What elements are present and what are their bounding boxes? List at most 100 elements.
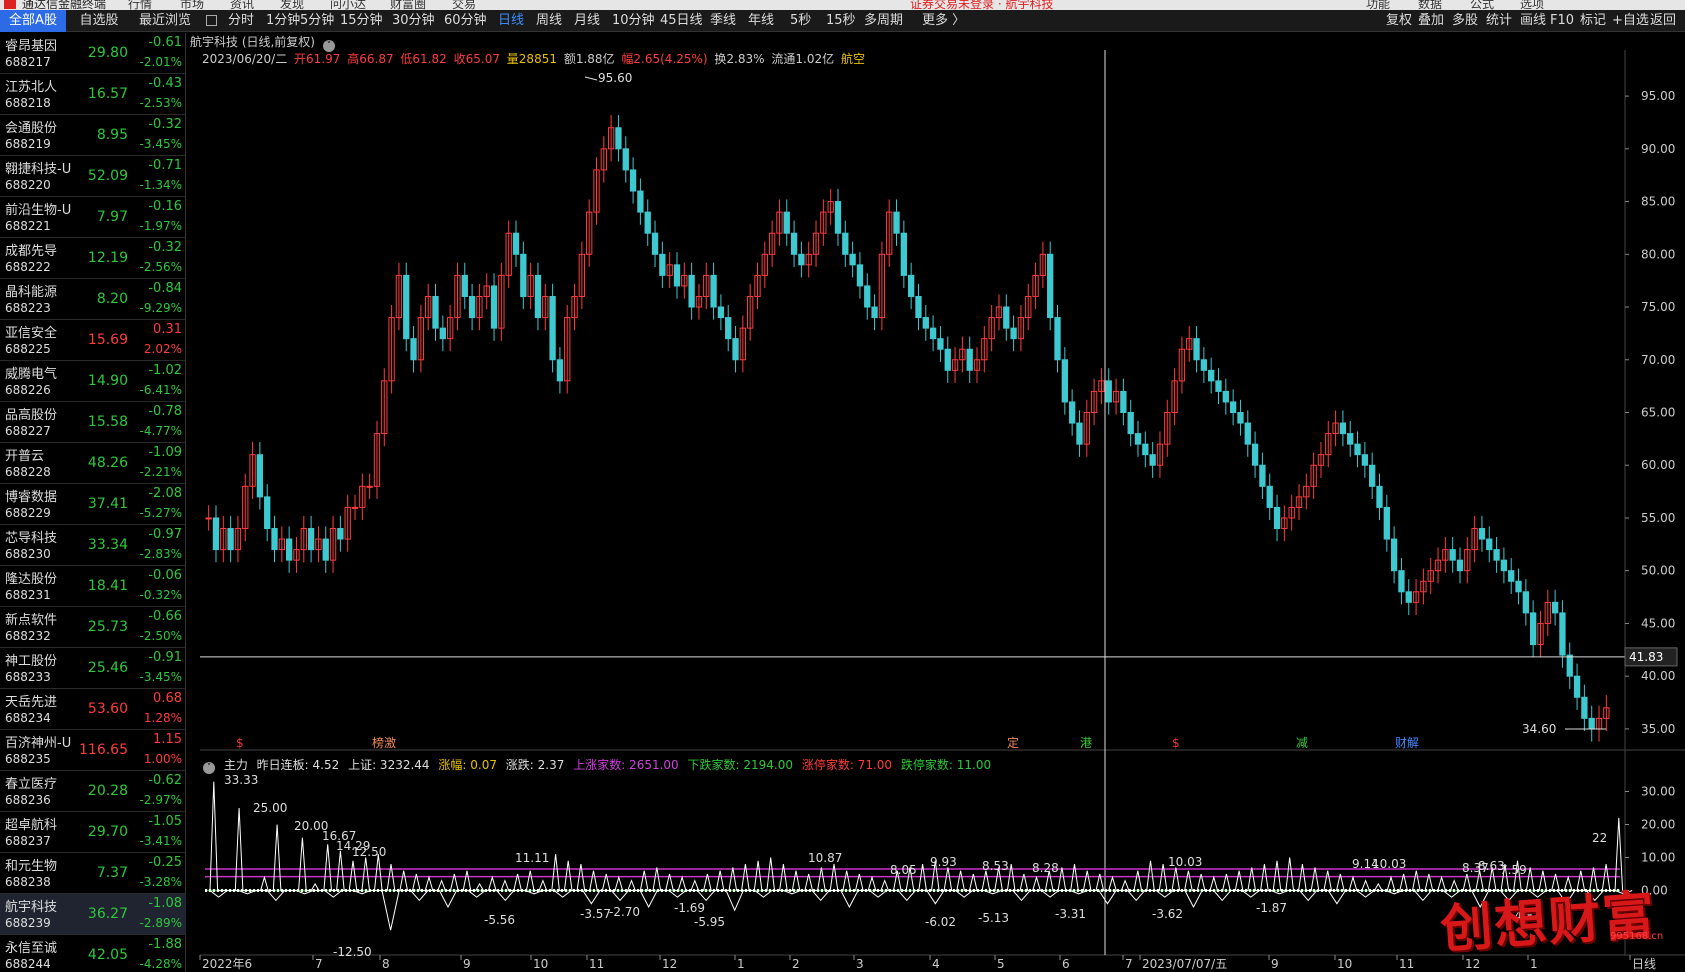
x-tick-label: 11 [1399,957,1414,971]
candle-body [1405,591,1412,603]
candle-body [783,211,790,234]
candle-body [410,338,417,361]
candle-body [1259,464,1266,487]
indicator-name[interactable]: 主力 [224,758,248,772]
event-marker[interactable]: $ [236,736,244,750]
candle-body [615,127,622,150]
volume-value: 量28851 [506,52,557,66]
event-marker[interactable]: 定 [1007,735,1019,750]
candle-body [856,264,864,287]
event-marker[interactable]: 财解 [1395,736,1419,750]
candle-body [651,232,659,255]
candle-body [1339,422,1347,435]
amplitude-value: 幅2.65(4.25%) [621,52,708,66]
y-tick-label: 90.00 [1641,142,1675,156]
candle-body [673,264,681,287]
candle-body [271,528,278,551]
candle-body [1390,538,1398,572]
indicator-header: ˅ 主力 昨日连板: 4.52 上证: 3232.44 涨幅: 0.07 涨跌:… [203,756,996,774]
candle-body [834,201,842,234]
sh-index: 上证: 3232.44 [348,758,430,772]
high-marker-line [584,76,598,81]
candle-body [366,485,373,488]
indicator-value-label: -5.13 [978,911,1009,925]
ohlc-readout: 2023/06/20/二 开61.97 高66.87 低61.82 收65.07… [202,50,868,68]
x-tick-label: 8 [382,957,390,971]
candle-body [1347,433,1354,445]
candle-body [1120,390,1127,413]
indicator-value-label: -3.57 [580,907,611,921]
candle-body [1229,401,1237,413]
indicator-value-label: 33.33 [224,773,258,787]
candle-body [1068,401,1076,424]
chevron-down-icon[interactable]: ˅ [203,762,215,774]
candle-body [1134,433,1142,445]
high-value: 高66.87 [347,52,394,66]
amount-value: 额1.88亿 [563,52,615,66]
candle-body [1486,538,1493,551]
close-value: 收65.07 [453,52,500,66]
candle-body [1003,306,1010,329]
candle-body [1047,253,1054,319]
candle-body [337,528,344,540]
rise-value: 涨幅: 0.07 [438,758,497,772]
candle-body [1478,528,1486,540]
event-marker[interactable]: 减 [1296,736,1308,750]
low-value: 低61.82 [400,52,447,66]
candle-body [1208,369,1215,382]
candle-body [1376,485,1383,508]
indicator-value-label: 9.93 [930,855,957,869]
indicator-value-label: 7.59 [1500,863,1527,877]
candle-body [966,348,973,371]
event-marker[interactable]: $ [1172,736,1180,750]
candle-body [1105,380,1112,403]
event-marker[interactable]: 榜激 [372,735,396,750]
candle-body [688,274,695,308]
candle-body [1054,317,1061,361]
candle-body [1369,464,1376,487]
chart-canvas[interactable]: 95.00 90.00 85.00 80.00 75.00 70.00 65.00 60.00… [0,0,1685,972]
candle-body [1237,412,1244,424]
candle-body [264,496,271,530]
x-tick-label: 2022年6 [202,957,252,971]
candle-body [732,338,739,361]
candle-body [622,148,629,171]
event-marker[interactable]: 港 [1080,736,1092,750]
candle-body [717,306,725,319]
indicator-value-label: 10.03 [1168,855,1202,869]
candle-body [725,317,732,340]
candle-body [1398,570,1405,593]
x-tick-label: 12 [662,957,677,971]
indicator-value-label: -1.69 [674,901,705,915]
candle-body [1508,570,1515,582]
indicator-value-label: -2.70 [609,905,640,919]
candle-body [893,211,900,234]
candle-body [849,253,856,266]
candle-body [212,517,220,551]
y-tick-label: 75.00 [1641,300,1675,314]
x-tick-label: 9 [463,957,471,971]
fall-value: 涨跌: 2.37 [505,758,565,772]
candle-body [256,454,264,498]
candle-body [1530,612,1537,646]
y-tick-label: 65.00 [1641,406,1675,420]
candle-body [1493,549,1500,561]
cursor-price-label: 41.83 [1629,650,1663,664]
high-price-label: 95.60 [598,71,632,85]
indicator-y-tick-label: 10.00 [1641,851,1675,865]
open-value: 开61.97 [294,52,341,66]
x-tick-label: 1 [1530,957,1538,971]
candle-body [227,528,234,551]
candle-body [922,317,929,329]
candle-body [490,285,498,329]
candle-body [1010,327,1017,340]
x-tick-label: 2 [792,957,800,971]
candle-body [1551,601,1559,614]
turnover-value: 换2.83% [714,52,765,66]
candle-body [637,190,644,213]
candle-body [790,232,798,255]
indicator-value-label: 11.11 [515,851,549,865]
sector-value[interactable]: 航空 [841,52,865,66]
candle-body [1449,549,1456,561]
candle-body [915,295,922,319]
